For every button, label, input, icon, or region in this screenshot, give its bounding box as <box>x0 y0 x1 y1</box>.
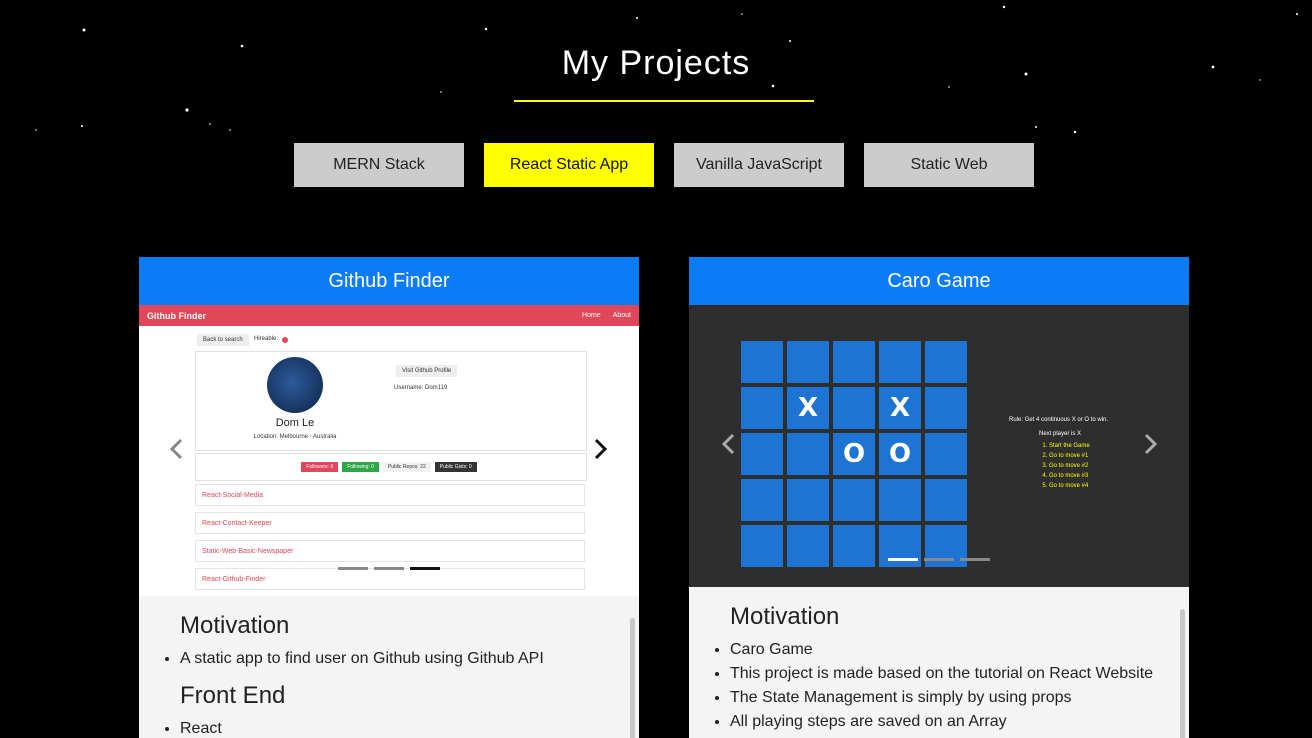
card-title: Caro Game <box>689 257 1189 305</box>
carousel-prev-button[interactable] <box>169 434 183 468</box>
chevron-right-icon <box>1144 433 1158 455</box>
caro-move-list: Start the Game Go to move #1 Go to move … <box>1035 443 1108 489</box>
move-item: Start the Game <box>1049 443 1108 449</box>
project-card-github-finder: Github Finder Github Finder Home About B… <box>139 257 639 738</box>
carousel-prev-button[interactable] <box>721 429 735 463</box>
carousel-indicator[interactable] <box>924 558 954 561</box>
caro-board: X X O O <box>741 341 967 567</box>
board-cell <box>833 525 875 567</box>
list-item: React <box>180 720 639 738</box>
hireable-cross-icon <box>282 337 288 343</box>
board-cell <box>925 387 967 429</box>
board-cell <box>925 433 967 475</box>
board-cell <box>833 479 875 521</box>
board-cell <box>787 341 829 383</box>
screenshot-visit-button: Visit Github Profile <box>396 365 458 377</box>
section-list: A static app to find user on Github usin… <box>139 650 639 668</box>
carousel-indicators <box>888 558 990 561</box>
description-scrollbar[interactable] <box>630 618 635 738</box>
list-item: A static app to find user on Github usin… <box>180 650 639 668</box>
screenshot-back-button: Back to search <box>197 334 249 346</box>
title-underline <box>514 100 814 102</box>
board-cell: O <box>879 433 921 475</box>
screenshot-repo-item: React-Github-Finder <box>195 568 585 590</box>
screenshot-repo-item: React-Contact-Keeper <box>195 512 585 534</box>
caro-game-info: Rule: Get 4 continuous X or O to win. Ne… <box>1009 417 1108 493</box>
list-item: Caro Game <box>730 641 1189 659</box>
board-cell <box>833 387 875 429</box>
section-heading: Motivation <box>730 603 840 630</box>
filter-mern-stack[interactable]: MERN Stack <box>294 143 464 187</box>
board-cell <box>879 341 921 383</box>
card-description: Motivation A static app to find user on … <box>139 596 639 738</box>
move-item: Go to move #4 <box>1049 483 1108 489</box>
board-cell <box>741 433 783 475</box>
section-list: React <box>139 720 639 738</box>
screenshot-profile-box: Dom Le Location: Melbourne - Australia V… <box>195 351 587 451</box>
list-item: All playing steps are saved on an Array <box>730 713 1189 731</box>
move-item: Go to move #3 <box>1049 473 1108 479</box>
board-cell <box>787 525 829 567</box>
badge-following: Following: 0 <box>342 462 379 472</box>
chevron-left-icon <box>721 433 735 455</box>
screenshot-navbar: Github Finder Home About <box>139 305 639 326</box>
profile-location: Location: Melbourne - Australia <box>253 434 337 440</box>
board-cell <box>833 341 875 383</box>
profile-username: Username: Dom119 <box>394 385 448 391</box>
carousel-next-button[interactable] <box>1144 429 1158 463</box>
page-title: My Projects <box>561 44 751 82</box>
card-title: Github Finder <box>139 257 639 305</box>
chevron-right-icon <box>594 438 608 459</box>
board-cell: X <box>879 387 921 429</box>
carousel-indicators <box>338 567 440 570</box>
screenshot-badges: Followers: 8 Following: 0 Public Repos: … <box>195 453 587 481</box>
carousel-indicator[interactable] <box>888 558 918 561</box>
screenshot-hireable: Hireable: <box>254 336 279 342</box>
section-heading: Motivation <box>180 612 290 639</box>
board-cell <box>787 479 829 521</box>
chevron-left-icon <box>169 438 183 459</box>
carousel-indicator[interactable] <box>374 567 404 570</box>
profile-avatar <box>267 357 323 413</box>
board-cell <box>741 525 783 567</box>
badge-followers: Followers: 8 <box>301 462 339 472</box>
carousel-indicator[interactable] <box>338 567 368 570</box>
badge-public-repos: Public Repos: 22 <box>382 462 431 472</box>
project-card-caro-game: Caro Game X X O O Rule: Get 4 continuous… <box>689 257 1189 738</box>
board-cell <box>741 387 783 429</box>
move-item: Go to move #1 <box>1049 453 1108 459</box>
move-item: Go to move #2 <box>1049 463 1108 469</box>
list-item: The State Management is simply by using … <box>730 689 1189 707</box>
carousel-indicator[interactable] <box>410 567 440 570</box>
screenshot-repo-item: Static-Web-Basic-Newspaper <box>195 540 585 562</box>
project-carousel: Github Finder Home About Back to search … <box>139 305 639 596</box>
carousel-indicator[interactable] <box>960 558 990 561</box>
board-cell <box>787 433 829 475</box>
badge-public-gists: Public Gists: 0 <box>434 462 477 472</box>
screenshot-brand: Github Finder <box>147 310 206 321</box>
card-description: Motivation Caro Game This project is mad… <box>689 587 1189 738</box>
board-cell: X <box>787 387 829 429</box>
filter-vanilla-javascript[interactable]: Vanilla JavaScript <box>674 143 844 187</box>
project-carousel: X X O O Rule: Get 4 continuous X or O to… <box>689 305 1189 587</box>
board-cell <box>741 479 783 521</box>
board-cell <box>925 341 967 383</box>
screenshot-nav-link: Home <box>582 312 601 319</box>
section-list: Caro Game This project is made based on … <box>689 641 1189 731</box>
filter-static-web[interactable]: Static Web <box>864 143 1034 187</box>
board-cell: O <box>833 433 875 475</box>
description-scrollbar[interactable] <box>1180 609 1185 738</box>
board-cell <box>925 479 967 521</box>
carousel-next-button[interactable] <box>594 434 608 468</box>
screenshot-nav-link: About <box>612 312 631 319</box>
section-heading: Front End <box>180 682 286 709</box>
board-cell <box>741 341 783 383</box>
filter-react-static-app[interactable]: React Static App <box>484 143 654 187</box>
board-cell <box>879 479 921 521</box>
profile-name: Dom Le <box>275 417 315 429</box>
list-item: This project is made based on the tutori… <box>730 665 1189 683</box>
screenshot-repo-item: React-Social-Media <box>195 484 585 506</box>
caro-next-player: Next player is X <box>1039 431 1082 437</box>
caro-rule: Rule: Get 4 continuous X or O to win. <box>1009 417 1109 423</box>
